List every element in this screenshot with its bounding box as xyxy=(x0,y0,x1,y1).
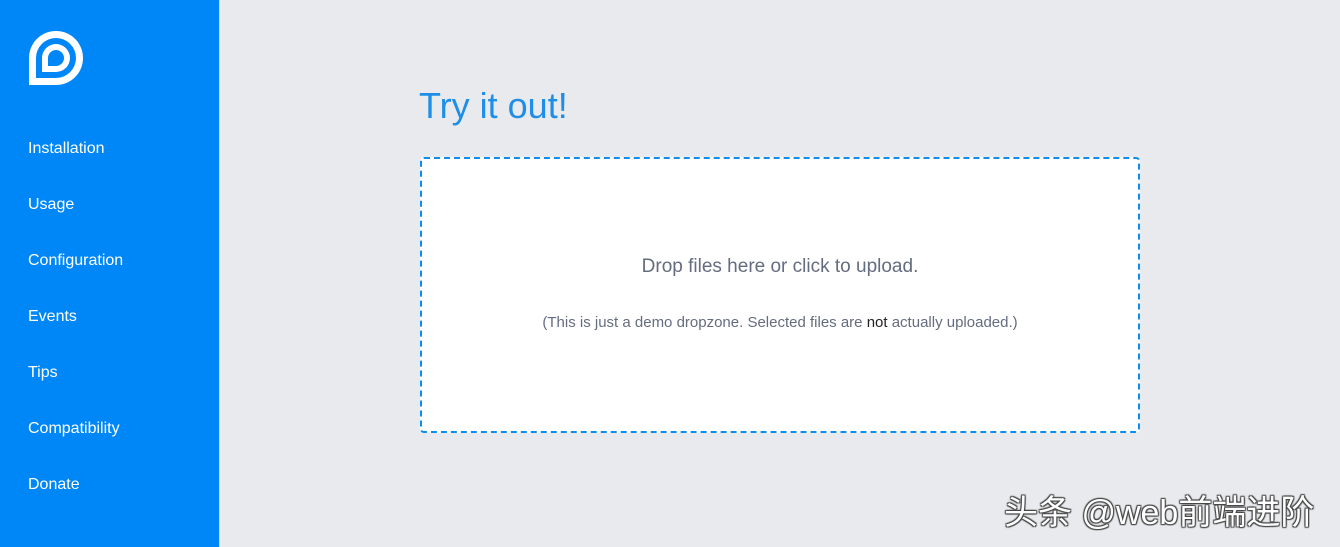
page-title: Try it out! xyxy=(419,85,568,126)
dropzone-note-start: (This is just a demo dropzone. Selected … xyxy=(542,314,867,331)
sidebar-item-events[interactable]: Events xyxy=(28,307,77,327)
dropzone-note-end: actually uploaded.) xyxy=(887,314,1018,331)
sidebar-item-tips[interactable]: Tips xyxy=(28,363,58,383)
dropzone-logo-icon[interactable] xyxy=(27,29,85,87)
file-dropzone[interactable]: Drop files here or click to upload. (Thi… xyxy=(420,157,1140,433)
dropzone-message: Drop files here or click to upload. xyxy=(641,256,919,277)
sidebar-item-donate[interactable]: Donate xyxy=(28,475,80,495)
watermark-text: 头条 @web前端进阶 xyxy=(1004,494,1315,532)
sidebar-item-configuration[interactable]: Configuration xyxy=(28,251,123,271)
sidebar-item-installation[interactable]: Installation xyxy=(28,139,105,159)
dropzone-note-emphasis: not xyxy=(866,314,888,331)
sidebar: Installation Usage Configuration Events … xyxy=(0,0,220,547)
sidebar-item-usage[interactable]: Usage xyxy=(28,195,74,215)
sidebar-item-compatibility[interactable]: Compatibility xyxy=(28,419,120,439)
dropzone-note: (This is just a demo dropzone. Selected … xyxy=(422,313,1138,333)
